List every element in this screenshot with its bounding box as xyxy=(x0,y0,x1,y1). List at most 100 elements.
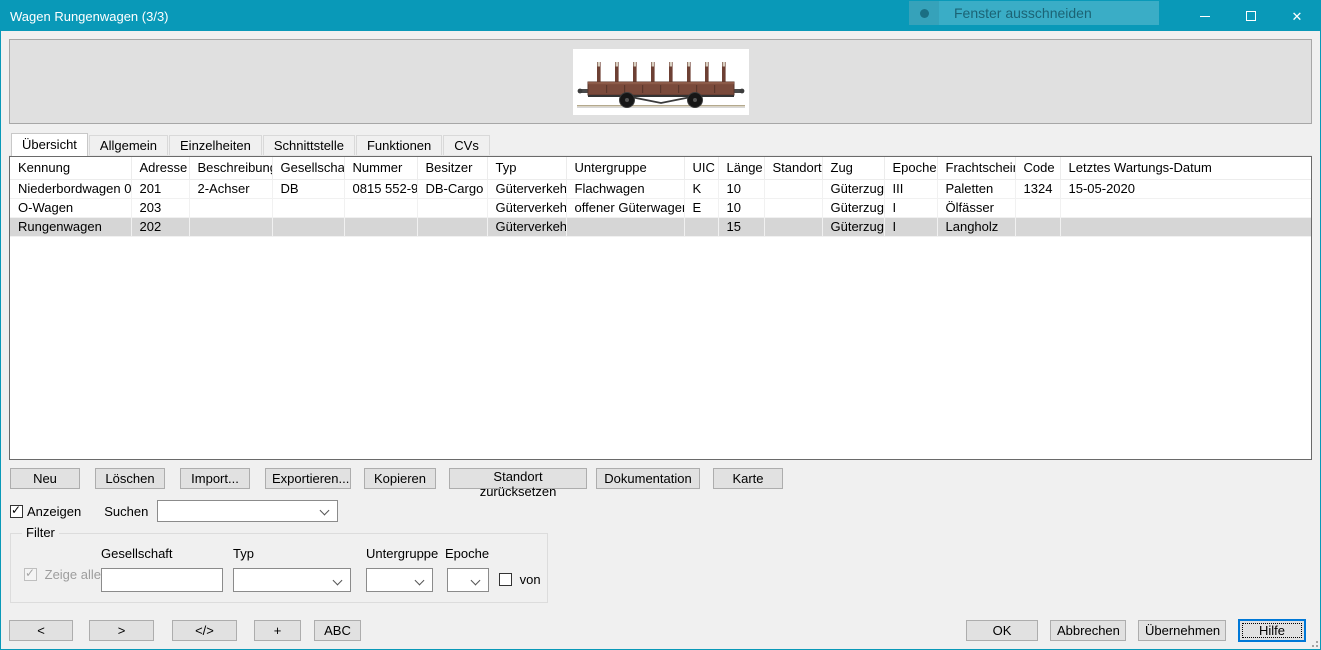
untergruppe-label: Untergruppe xyxy=(366,546,438,561)
table-cell: I xyxy=(884,198,937,217)
chevron-down-icon xyxy=(333,576,343,586)
table-cell: 15 xyxy=(718,217,764,236)
check-icon: ✓ xyxy=(25,566,35,580)
column-header[interactable]: Letztes Wartungs-Datum xyxy=(1060,157,1311,179)
prev-button[interactable]: < xyxy=(9,620,73,641)
column-header[interactable]: Beschreibung xyxy=(189,157,272,179)
table-cell: Flachwagen xyxy=(566,179,684,198)
wagon-image xyxy=(573,49,749,115)
epoche-label: Epoche xyxy=(445,546,489,561)
dot-icon xyxy=(920,9,929,18)
minimize-icon xyxy=(1200,16,1210,17)
bottom-bar: < > </> + ABC OK Abbrechen Übernehmen Hi… xyxy=(9,619,1312,641)
von-checkbox[interactable] xyxy=(499,573,512,586)
column-header[interactable]: Frachtschein xyxy=(937,157,1015,179)
snip-menu-item-fenster-ausschneiden[interactable]: Fenster ausschneiden xyxy=(909,1,1159,25)
import-button[interactable]: Import... xyxy=(180,468,250,489)
anzeigen-checkbox[interactable]: ✓ xyxy=(10,505,23,518)
anzeigen-label: Anzeigen xyxy=(27,504,81,519)
table-cell xyxy=(189,198,272,217)
filter-group: Filter ✓ Zeige alle Gesellschaft Typ Unt… xyxy=(10,533,548,603)
table-row[interactable]: Rungenwagen202Güterverkehr15GüterzugILan… xyxy=(10,217,1311,236)
table-cell xyxy=(272,217,344,236)
column-header[interactable]: Epoche xyxy=(884,157,937,179)
table-cell: Güterzug xyxy=(822,217,884,236)
menu-item-label: Fenster ausschneiden xyxy=(954,5,1092,21)
table-cell: Niederbordwagen 03 xyxy=(10,179,131,198)
epoche-combobox[interactable] xyxy=(447,568,489,592)
tab-einzelheiten[interactable]: Einzelheiten xyxy=(169,135,262,155)
plus-button[interactable]: + xyxy=(254,620,301,641)
table-row[interactable]: Niederbordwagen 032012-AchserDB0815 552-… xyxy=(10,179,1311,198)
column-header[interactable]: Untergruppe xyxy=(566,157,684,179)
tab-funktionen[interactable]: Funktionen xyxy=(356,135,442,155)
close-icon: ✕ xyxy=(1292,10,1303,23)
kopieren-button[interactable]: Kopieren xyxy=(364,468,436,489)
next-button[interactable]: > xyxy=(89,620,154,641)
search-row: ✓ Anzeigen Suchen xyxy=(9,500,1312,522)
table-cell: Güterzug xyxy=(822,198,884,217)
uebernehmen-button[interactable]: Übernehmen xyxy=(1138,620,1226,641)
wagon-table: KennungAdresseBeschreibungGesellschaftNu… xyxy=(10,157,1312,237)
column-header[interactable]: Zug xyxy=(822,157,884,179)
untergruppe-combobox[interactable] xyxy=(366,568,433,592)
dokumentation-button[interactable]: Dokumentation xyxy=(596,468,700,489)
table-cell xyxy=(344,217,417,236)
tab-uebersicht[interactable]: Übersicht xyxy=(11,133,88,156)
zeige-alle-checkbox: ✓ xyxy=(24,568,37,581)
gesellschaft-input[interactable] xyxy=(101,568,223,592)
chevron-down-icon xyxy=(471,576,481,586)
table-cell xyxy=(684,217,718,236)
table-cell xyxy=(344,198,417,217)
abbrechen-button[interactable]: Abbrechen xyxy=(1050,620,1126,641)
close-button[interactable]: ✕ xyxy=(1274,1,1320,31)
column-header[interactable]: Nummer xyxy=(344,157,417,179)
column-header[interactable]: UIC xyxy=(684,157,718,179)
exportieren-button[interactable]: Exportieren... xyxy=(265,468,351,489)
tab-allgemein[interactable]: Allgemein xyxy=(89,135,168,155)
typ-combobox[interactable] xyxy=(233,568,351,592)
table-cell xyxy=(272,198,344,217)
column-header[interactable]: Kennung xyxy=(10,157,131,179)
column-header[interactable]: Standort xyxy=(764,157,822,179)
column-header[interactable]: Adresse xyxy=(131,157,189,179)
column-header[interactable]: Gesellschaft xyxy=(272,157,344,179)
karte-button[interactable]: Karte xyxy=(713,468,783,489)
tab-cvs[interactable]: CVs xyxy=(443,135,490,155)
wagon-list[interactable]: KennungAdresseBeschreibungGesellschaftNu… xyxy=(9,156,1312,460)
table-header-row: KennungAdresseBeschreibungGesellschaftNu… xyxy=(10,157,1311,179)
table-cell: 202 xyxy=(131,217,189,236)
table-row[interactable]: O-Wagen203Güterverkehroffener Güterwagen… xyxy=(10,198,1311,217)
table-cell xyxy=(1015,217,1060,236)
loeschen-button[interactable]: Löschen xyxy=(95,468,165,489)
standort-zuruecksetzen-button[interactable]: Standort zurücksetzen xyxy=(449,468,587,489)
table-cell xyxy=(417,198,487,217)
ok-button[interactable]: OK xyxy=(966,620,1038,641)
column-header[interactable]: Typ xyxy=(487,157,566,179)
table-cell: I xyxy=(884,217,937,236)
von-label: von xyxy=(520,572,541,587)
table-cell: Paletten xyxy=(937,179,1015,198)
neu-button[interactable]: Neu xyxy=(10,468,80,489)
table-cell: offener Güterwagen xyxy=(566,198,684,217)
table-cell: III xyxy=(884,179,937,198)
table-cell: K xyxy=(684,179,718,198)
maximize-button[interactable] xyxy=(1228,1,1274,31)
table-cell: Langholz xyxy=(937,217,1015,236)
window-title: Wagen Rungenwagen (3/3) xyxy=(1,9,169,24)
hilfe-button[interactable]: Hilfe xyxy=(1238,619,1306,642)
resize-grip[interactable] xyxy=(1306,635,1318,647)
suchen-combobox[interactable] xyxy=(157,500,338,522)
column-header[interactable]: Code xyxy=(1015,157,1060,179)
abc-button[interactable]: ABC xyxy=(314,620,361,641)
chevron-down-icon xyxy=(320,506,330,516)
column-header[interactable]: Besitzer xyxy=(417,157,487,179)
table-cell: Güterzug xyxy=(822,179,884,198)
filter-legend: Filter xyxy=(22,525,59,540)
gesellschaft-label: Gesellschaft xyxy=(101,546,173,561)
minimize-button[interactable] xyxy=(1182,1,1228,31)
tab-schnittstelle[interactable]: Schnittstelle xyxy=(263,135,355,155)
column-header[interactable]: Länge xyxy=(718,157,764,179)
code-button[interactable]: </> xyxy=(172,620,237,641)
table-cell xyxy=(566,217,684,236)
